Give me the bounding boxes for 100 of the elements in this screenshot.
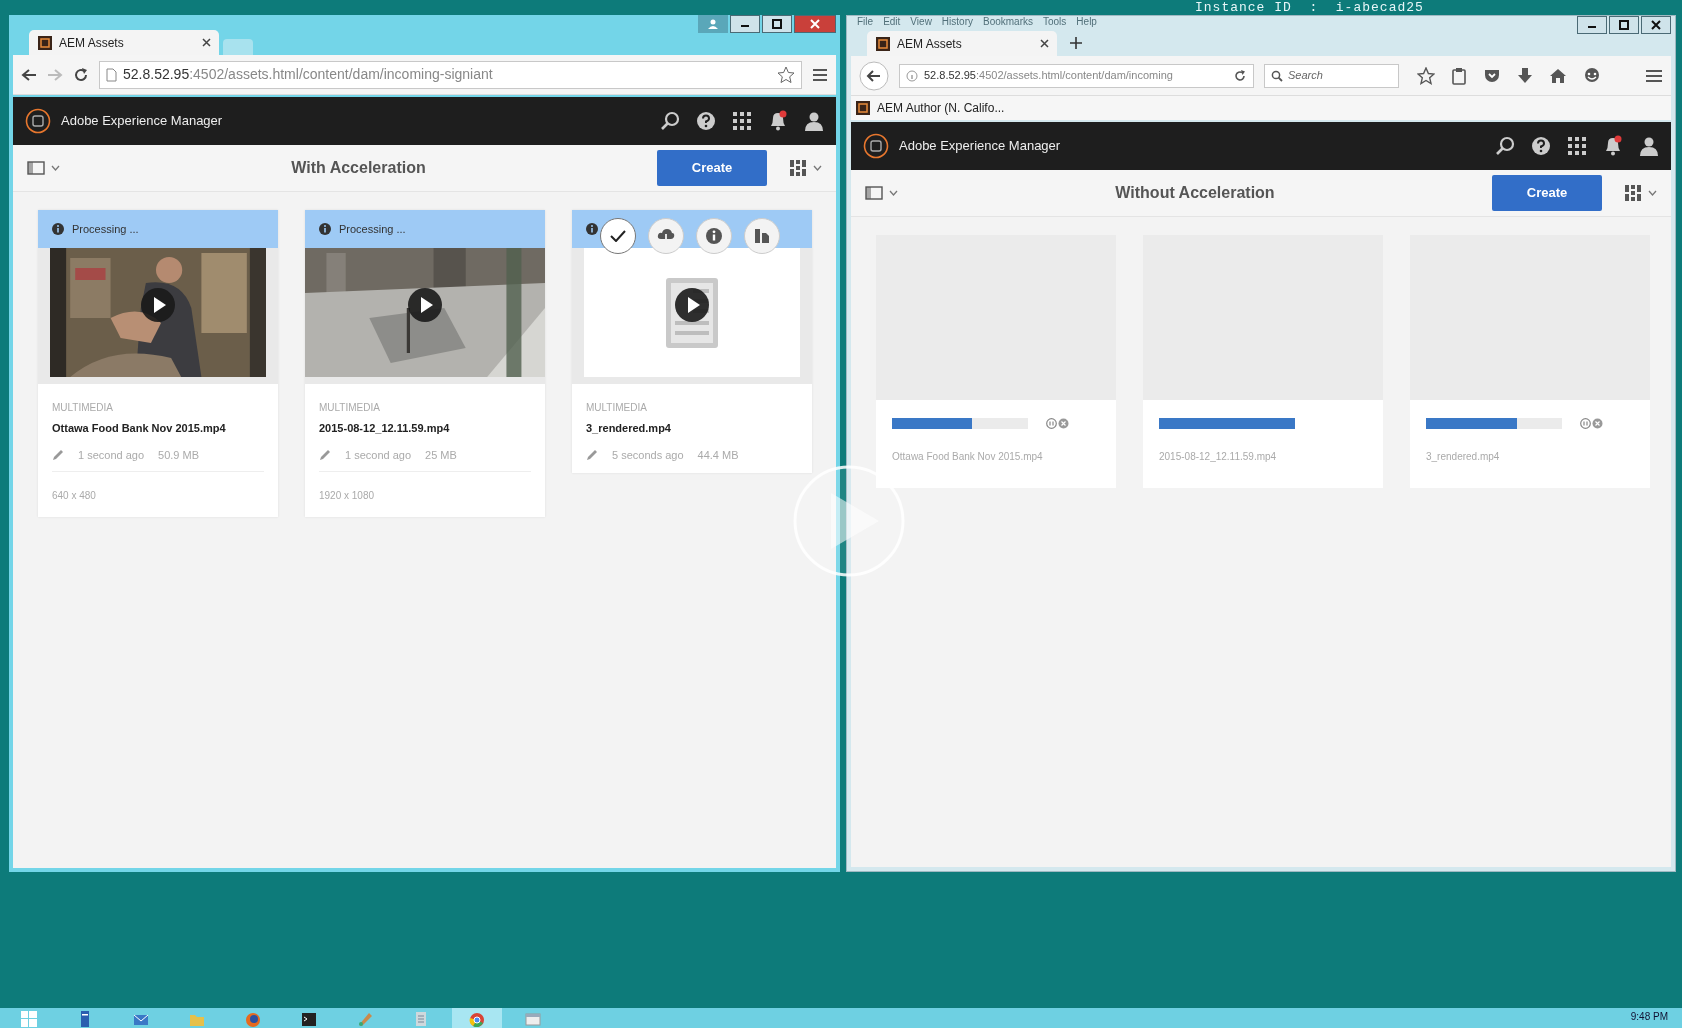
url-text: 52.8.52.95:4502/assets.html/content/dam/incoming bbox=[924, 68, 1174, 84]
help-icon[interactable] bbox=[696, 111, 716, 131]
notification-bell-icon[interactable] bbox=[768, 110, 788, 132]
asset-card[interactable]: Processing ... MULTIMEDIA Ottawa Food Bank Nov 2015.mp4 1 second ago 50.9 MB 640 x 480 bbox=[38, 210, 278, 517]
menu-item[interactable]: View bbox=[910, 16, 932, 28]
asset-type: MULTIMEDIA bbox=[52, 401, 114, 415]
play-icon[interactable] bbox=[140, 287, 176, 324]
close-icon[interactable] bbox=[202, 38, 211, 47]
file-name: Ottawa Food Bank Nov 2015.mp4 bbox=[892, 450, 1044, 464]
menu-item[interactable]: Edit bbox=[883, 16, 901, 28]
maximize-button[interactable] bbox=[762, 15, 792, 33]
pause-icon[interactable] bbox=[1046, 417, 1057, 429]
browser-tab[interactable]: AEM Assets bbox=[29, 30, 219, 55]
folder-title: With Acceleration bbox=[290, 158, 427, 178]
apps-grid-icon[interactable] bbox=[1567, 136, 1587, 156]
browser-tab[interactable]: AEM Assets bbox=[867, 31, 1057, 56]
star-icon[interactable] bbox=[1417, 66, 1435, 85]
asset-type: MULTIMEDIA bbox=[319, 401, 381, 415]
processing-status: Processing ... bbox=[339, 221, 406, 237]
menu-item[interactable]: Help bbox=[1076, 16, 1097, 28]
caret-icon bbox=[51, 165, 60, 171]
user-icon[interactable] bbox=[804, 111, 824, 131]
user-icon[interactable] bbox=[1639, 136, 1659, 156]
aem-logo-icon[interactable] bbox=[863, 133, 889, 159]
reload-icon[interactable] bbox=[73, 66, 89, 83]
file-size: 44.4 MB bbox=[697, 447, 739, 463]
home-icon[interactable] bbox=[1549, 67, 1567, 84]
pocket-icon[interactable] bbox=[1483, 67, 1501, 84]
cancel-icon[interactable] bbox=[1058, 417, 1069, 429]
reload-icon[interactable] bbox=[1233, 68, 1247, 83]
minimize-button[interactable] bbox=[1577, 16, 1607, 34]
aem-logo-icon bbox=[37, 34, 53, 51]
instance-id-label: Instance ID : i-abecad25 bbox=[1195, 0, 1424, 15]
start-button bbox=[21, 1011, 37, 1027]
address-bar[interactable]: 52.8.52.95:4502/assets.html/content/dam/incoming-signiant bbox=[99, 60, 802, 89]
info-icon bbox=[906, 69, 918, 82]
pause-icon[interactable] bbox=[1580, 417, 1591, 429]
asset-card[interactable]: Processing ... MULTIMEDIA 2015-08-12_12.11.59.mp4 1 second ago 25 MB 1920 x 1080 bbox=[305, 210, 545, 517]
caret-icon bbox=[813, 165, 822, 171]
plus-icon[interactable] bbox=[1069, 36, 1083, 50]
maximize-icon bbox=[1619, 20, 1629, 30]
address-bar[interactable]: 52.8.52.95:4502/assets.html/content/dam/incoming bbox=[899, 63, 1254, 88]
cancel-icon[interactable] bbox=[1592, 417, 1603, 429]
tab-title: AEM Assets bbox=[897, 35, 963, 53]
clipboard-icon[interactable] bbox=[1451, 66, 1467, 85]
info-icon bbox=[705, 227, 723, 245]
info-icon bbox=[52, 223, 64, 235]
menu-item[interactable]: File bbox=[857, 16, 874, 28]
url-text: 52.8.52.95:4502/assets.html/content/dam/incoming-signiant bbox=[123, 65, 494, 84]
notepad-icon bbox=[413, 1011, 429, 1027]
create-button[interactable]: Create bbox=[1492, 175, 1602, 211]
paintbrush-icon bbox=[357, 1011, 373, 1027]
aem-logo-icon[interactable] bbox=[25, 108, 51, 134]
download-icon[interactable] bbox=[1517, 66, 1533, 85]
create-button[interactable]: Create bbox=[657, 150, 767, 186]
back-icon[interactable] bbox=[859, 60, 889, 91]
notification-bell-icon[interactable] bbox=[1603, 135, 1623, 157]
maximize-icon bbox=[772, 19, 782, 29]
search-icon[interactable] bbox=[660, 111, 680, 131]
window-icon bbox=[525, 1011, 541, 1027]
asset-name: 2015-08-12_12.11.59.mp4 bbox=[319, 421, 451, 436]
play-icon[interactable] bbox=[407, 287, 443, 324]
help-icon[interactable] bbox=[1531, 136, 1551, 156]
forward-icon bbox=[47, 66, 63, 83]
maximize-button[interactable] bbox=[1609, 16, 1639, 34]
search-icon[interactable] bbox=[1495, 136, 1515, 156]
asset-name: Ottawa Food Bank Nov 2015.mp4 bbox=[52, 421, 227, 436]
rail-toggle-button[interactable] bbox=[27, 161, 60, 175]
menu-icon[interactable] bbox=[812, 67, 828, 82]
copy-icon bbox=[754, 228, 770, 244]
file-name: 2015-08-12_12.11.59.mp4 bbox=[1159, 450, 1278, 464]
apps-grid-icon[interactable] bbox=[732, 111, 752, 131]
info-icon bbox=[319, 223, 331, 235]
play-icon[interactable] bbox=[674, 287, 710, 324]
pencil-icon bbox=[52, 448, 64, 461]
card-view-icon bbox=[789, 159, 807, 177]
menu-icon[interactable] bbox=[1645, 67, 1663, 84]
person-icon bbox=[708, 19, 718, 29]
menu-item[interactable]: Tools bbox=[1043, 16, 1067, 28]
globe-icon bbox=[245, 1011, 261, 1027]
close-button[interactable] bbox=[1641, 16, 1671, 34]
menu-item[interactable]: History bbox=[941, 16, 973, 28]
view-switcher-button[interactable] bbox=[789, 159, 822, 177]
view-switcher-button[interactable] bbox=[1624, 184, 1657, 202]
asset-dimensions: 1920 x 1080 bbox=[319, 489, 376, 503]
taskbar-clock: 9:48 PM bbox=[1630, 1010, 1669, 1024]
minimize-button[interactable] bbox=[730, 15, 760, 33]
menu-item[interactable]: Bookmarks bbox=[983, 16, 1033, 28]
asset-card[interactable]: MULTIMEDIA 3_rendered.mp4 5 seconds ago 44.4 MB bbox=[572, 210, 812, 473]
folder-title: Without Acceleration bbox=[1114, 183, 1276, 203]
play-overlay-icon[interactable] bbox=[793, 465, 905, 577]
aem-logo-icon bbox=[855, 100, 871, 116]
search-field[interactable]: Search bbox=[1264, 63, 1399, 88]
file-size: 50.9 MB bbox=[158, 447, 200, 463]
bookmark-link[interactable]: AEM Author (N. Califo... bbox=[855, 99, 1005, 117]
chat-icon[interactable] bbox=[1583, 66, 1601, 85]
back-icon[interactable] bbox=[21, 66, 37, 83]
close-icon[interactable] bbox=[1040, 39, 1049, 48]
rail-toggle-button[interactable] bbox=[865, 186, 898, 200]
star-icon[interactable] bbox=[777, 65, 795, 84]
